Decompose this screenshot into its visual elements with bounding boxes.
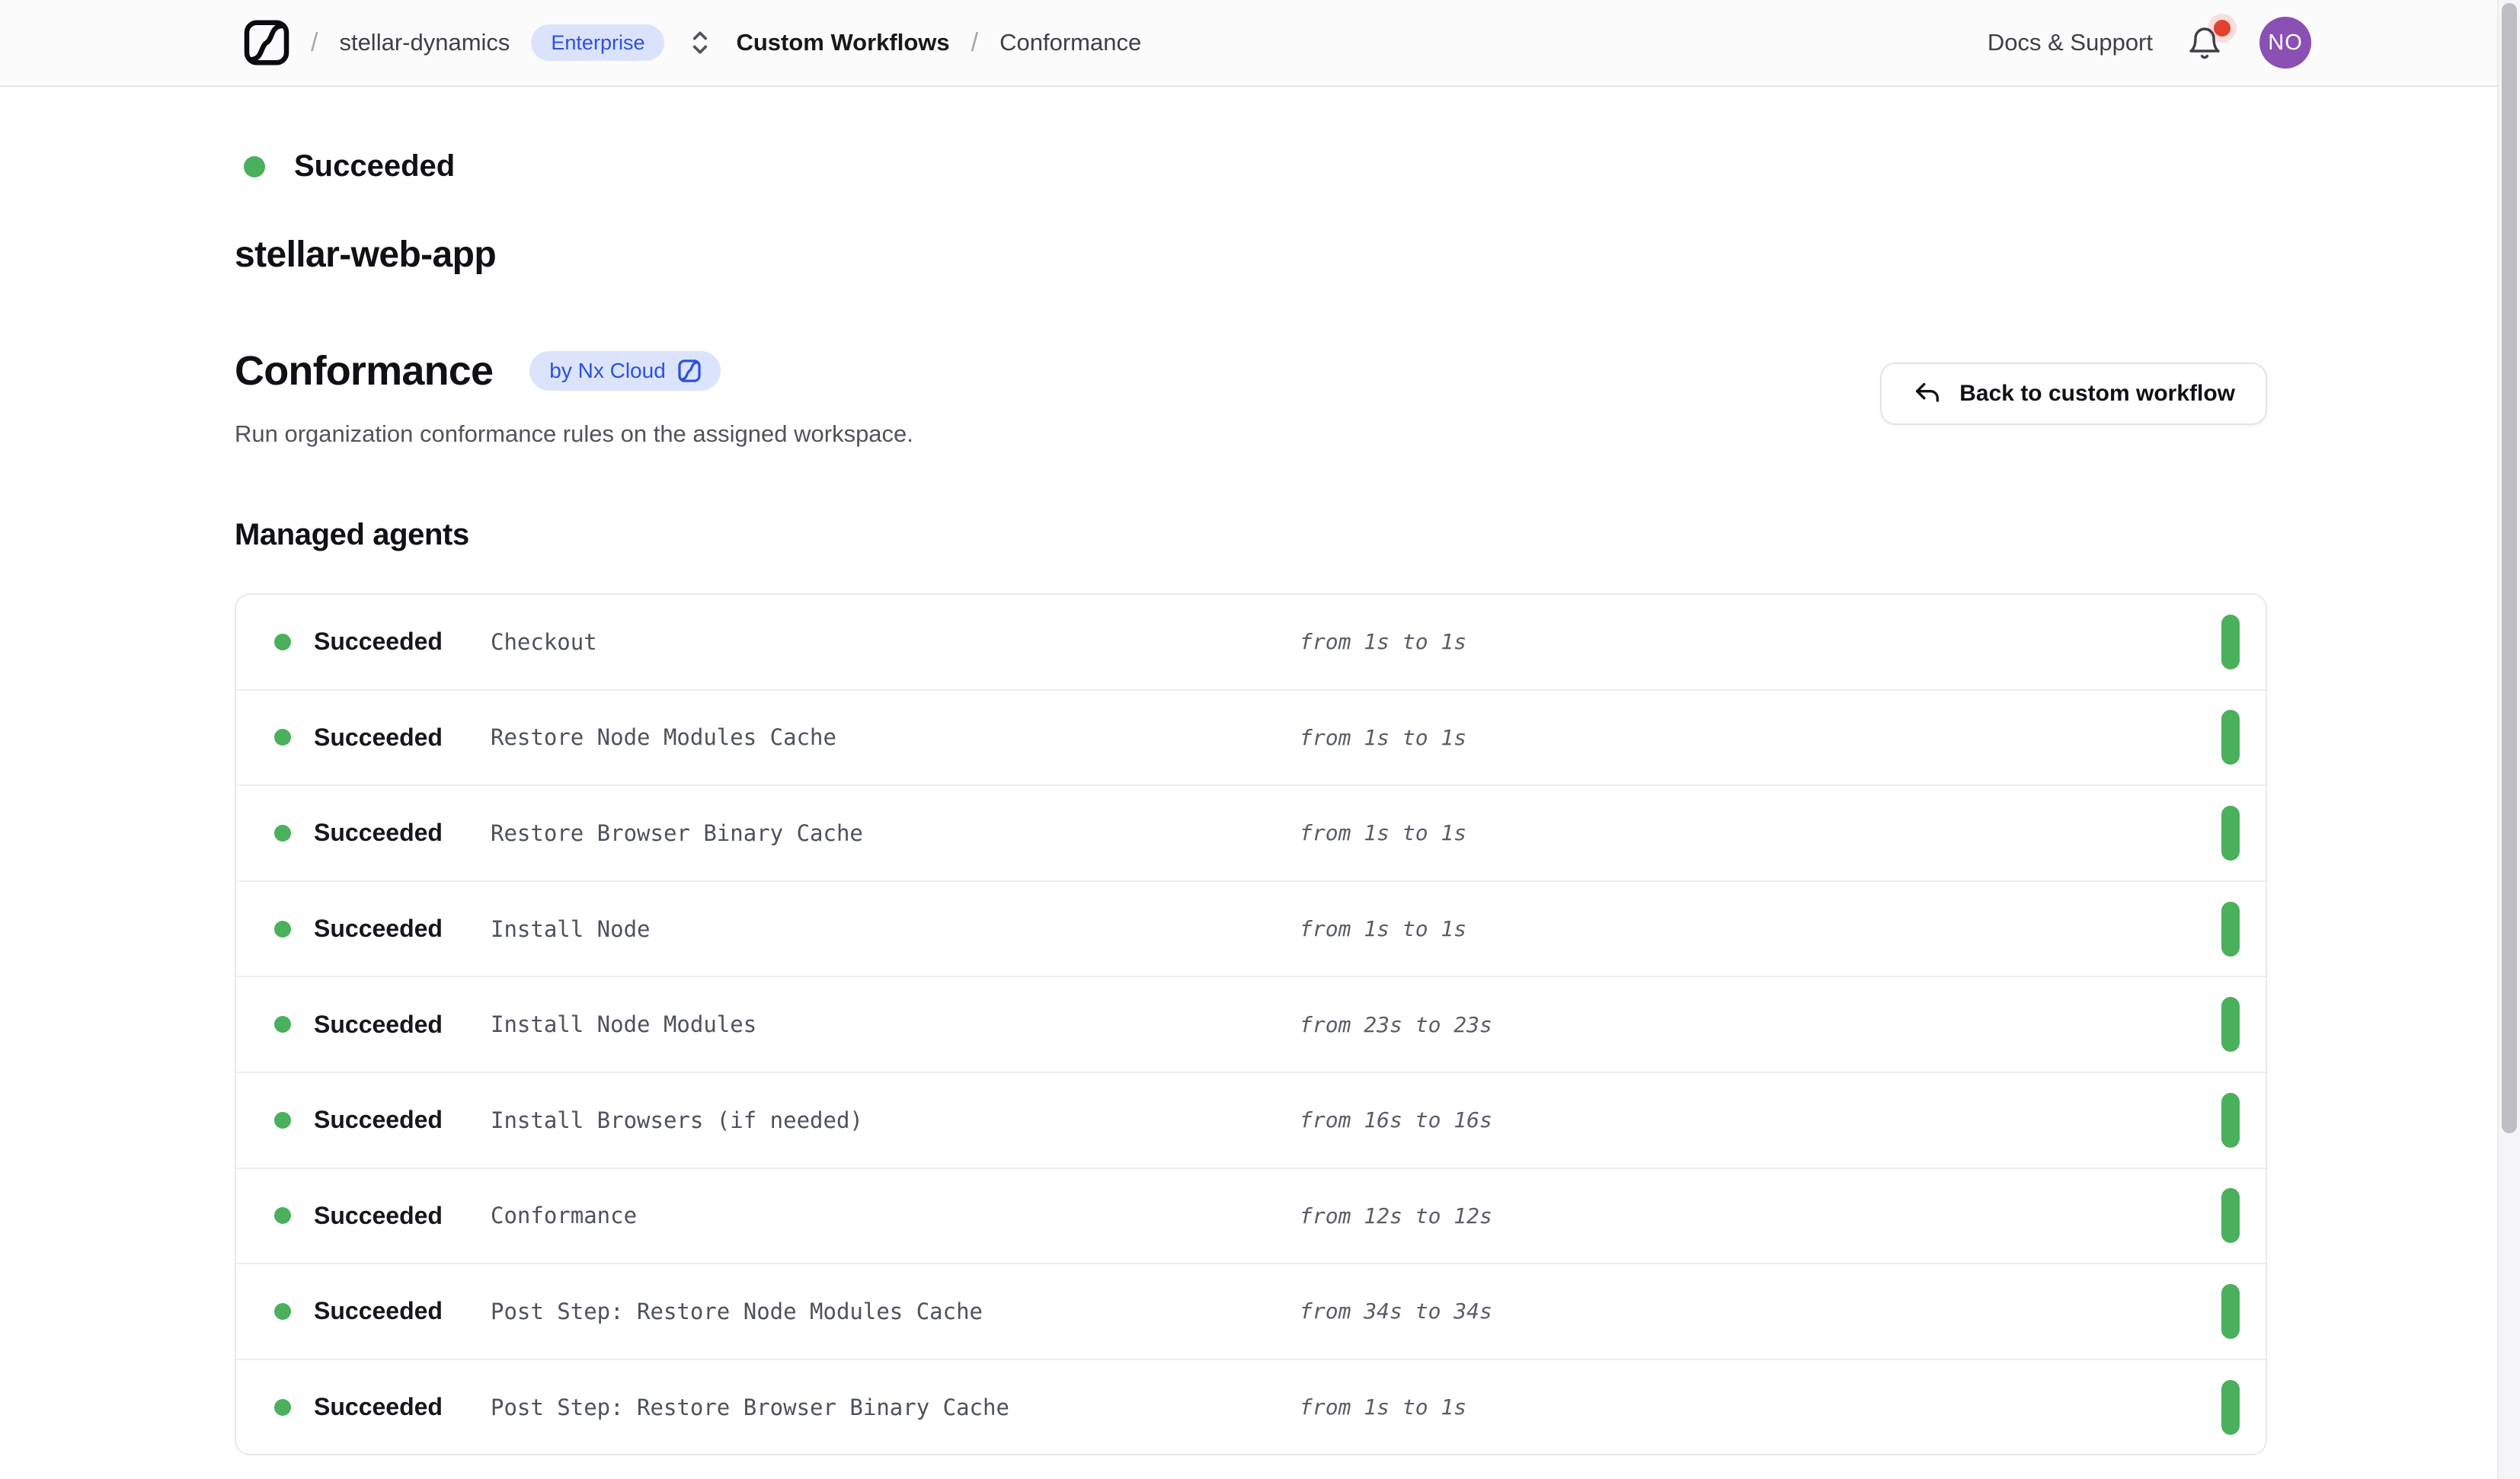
run-status-label: Succeeded <box>294 149 455 184</box>
step-name: Restore Browser Binary Cache <box>491 820 1300 846</box>
org-switcher-chevrons-icon[interactable] <box>686 24 715 61</box>
docs-support-link[interactable]: Docs & Support <box>1988 29 2153 56</box>
step-duration-bar <box>2221 710 2240 765</box>
agent-step-row[interactable]: Succeeded Post Step: Restore Browser Bin… <box>236 1360 2266 1455</box>
step-timing: from 16s to 16s <box>1300 1107 2221 1132</box>
step-duration-bar <box>2221 997 2240 1052</box>
step-name: Install Browsers (if needed) <box>491 1107 1300 1133</box>
step-status-dot-icon <box>274 1399 291 1416</box>
breadcrumb-org[interactable]: stellar-dynamics <box>339 29 510 56</box>
vertical-scrollbar[interactable] <box>2497 0 2520 1479</box>
step-status-dot-icon <box>274 1016 291 1033</box>
step-status-label: Succeeded <box>314 819 491 847</box>
workflow-header: Conformance by Nx Cloud Run organization… <box>235 347 2267 448</box>
step-duration-bar <box>2221 615 2240 669</box>
by-nx-cloud-label: by Nx Cloud <box>549 359 666 383</box>
breadcrumb-page: Conformance <box>999 29 1141 56</box>
step-name: Install Node Modules <box>491 1011 1300 1037</box>
step-status-label: Succeeded <box>314 724 491 752</box>
breadcrumb-section[interactable]: Custom Workflows <box>736 29 949 56</box>
step-status-dot-icon <box>274 825 291 842</box>
top-nav: / stellar-dynamics Enterprise Custom Wor… <box>0 0 2520 87</box>
status-dot-icon <box>244 156 265 177</box>
scrollbar-thumb[interactable] <box>2502 3 2517 1133</box>
agent-step-row[interactable]: Succeeded Conformance from 12s to 12s <box>236 1169 2266 1265</box>
step-status-label: Succeeded <box>314 1202 491 1230</box>
agent-step-row[interactable]: Succeeded Checkout from 1s to 1s <box>236 595 2266 691</box>
breadcrumb-separator: / <box>311 28 318 58</box>
workflow-header-left: Conformance by Nx Cloud Run organization… <box>235 347 913 448</box>
step-name: Checkout <box>491 629 1300 655</box>
step-status-dot-icon <box>274 1112 291 1129</box>
step-timing: from 34s to 34s <box>1300 1299 2221 1324</box>
step-duration-bar <box>2221 1284 2240 1339</box>
avatar[interactable]: NO <box>2259 17 2311 69</box>
back-to-custom-workflow-button[interactable]: Back to custom workflow <box>1880 363 2267 425</box>
agent-step-row[interactable]: Succeeded Install Node from 1s to 1s <box>236 882 2266 978</box>
step-timing: from 1s to 1s <box>1300 916 2221 941</box>
step-status-label: Succeeded <box>314 1011 491 1039</box>
step-name: Install Node <box>491 916 1300 942</box>
step-timing: from 1s to 1s <box>1300 1394 2221 1420</box>
step-duration-bar <box>2221 1188 2240 1243</box>
notification-unread-dot <box>2214 20 2231 37</box>
step-name: Restore Node Modules Cache <box>491 724 1300 750</box>
step-status-dot-icon <box>274 1207 291 1224</box>
step-timing: from 12s to 12s <box>1300 1203 2221 1228</box>
agent-step-row[interactable]: Succeeded Install Node Modules from 23s … <box>236 977 2266 1073</box>
undo-arrow-icon <box>1912 379 1943 409</box>
step-status-dot-icon <box>274 729 291 746</box>
workflow-description: Run organization conformance rules on th… <box>235 420 913 448</box>
step-status-label: Succeeded <box>314 1297 491 1325</box>
workflow-title: Conformance <box>235 347 493 395</box>
step-status-dot-icon <box>274 1303 291 1320</box>
step-timing: from 23s to 23s <box>1300 1012 2221 1037</box>
step-name: Post Step: Restore Node Modules Cache <box>491 1299 1300 1324</box>
back-button-label: Back to custom workflow <box>1959 381 2235 407</box>
step-duration-bar <box>2221 1380 2240 1435</box>
agent-step-row[interactable]: Succeeded Post Step: Restore Node Module… <box>236 1264 2266 1360</box>
workspace-title: stellar-web-app <box>235 234 2267 276</box>
step-timing: from 1s to 1s <box>1300 820 2221 845</box>
agent-step-row[interactable]: Succeeded Install Browsers (if needed) f… <box>236 1073 2266 1169</box>
step-name: Conformance <box>491 1203 1300 1228</box>
step-status-label: Succeeded <box>314 1106 491 1134</box>
managed-agents-title: Managed agents <box>235 518 2267 552</box>
step-duration-bar <box>2221 806 2240 861</box>
enterprise-badge: Enterprise <box>531 24 664 61</box>
step-timing: from 1s to 1s <box>1300 629 2221 654</box>
nx-logo-icon[interactable] <box>244 18 289 67</box>
by-nx-cloud-badge[interactable]: by Nx Cloud <box>529 351 721 391</box>
agent-step-row[interactable]: Succeeded Restore Browser Binary Cache f… <box>236 786 2266 882</box>
step-status-label: Succeeded <box>314 915 491 943</box>
step-status-dot-icon <box>274 634 291 650</box>
step-duration-bar <box>2221 1093 2240 1148</box>
step-name: Post Step: Restore Browser Binary Cache <box>491 1394 1300 1420</box>
breadcrumb-separator: / <box>971 28 978 58</box>
agent-step-row[interactable]: Succeeded Restore Node Modules Cache fro… <box>236 691 2266 787</box>
breadcrumb: / stellar-dynamics Enterprise Custom Wor… <box>244 18 1141 67</box>
step-timing: from 1s to 1s <box>1300 725 2221 750</box>
nx-cloud-link-icon <box>678 359 701 383</box>
notifications-bell-icon[interactable] <box>2186 23 2226 62</box>
step-status-dot-icon <box>274 921 291 938</box>
step-duration-bar <box>2221 902 2240 957</box>
nav-actions: Docs & Support NO <box>1988 17 2311 69</box>
run-status: Succeeded <box>235 149 2267 184</box>
main-content: Succeeded stellar-web-app Conformance by… <box>0 149 2520 1455</box>
step-status-label: Succeeded <box>314 628 491 656</box>
managed-agents-list: Succeeded Checkout from 1s to 1s Succeed… <box>235 593 2267 1455</box>
step-status-label: Succeeded <box>314 1393 491 1421</box>
nx-cloud-app: / stellar-dynamics Enterprise Custom Wor… <box>0 0 2520 1479</box>
